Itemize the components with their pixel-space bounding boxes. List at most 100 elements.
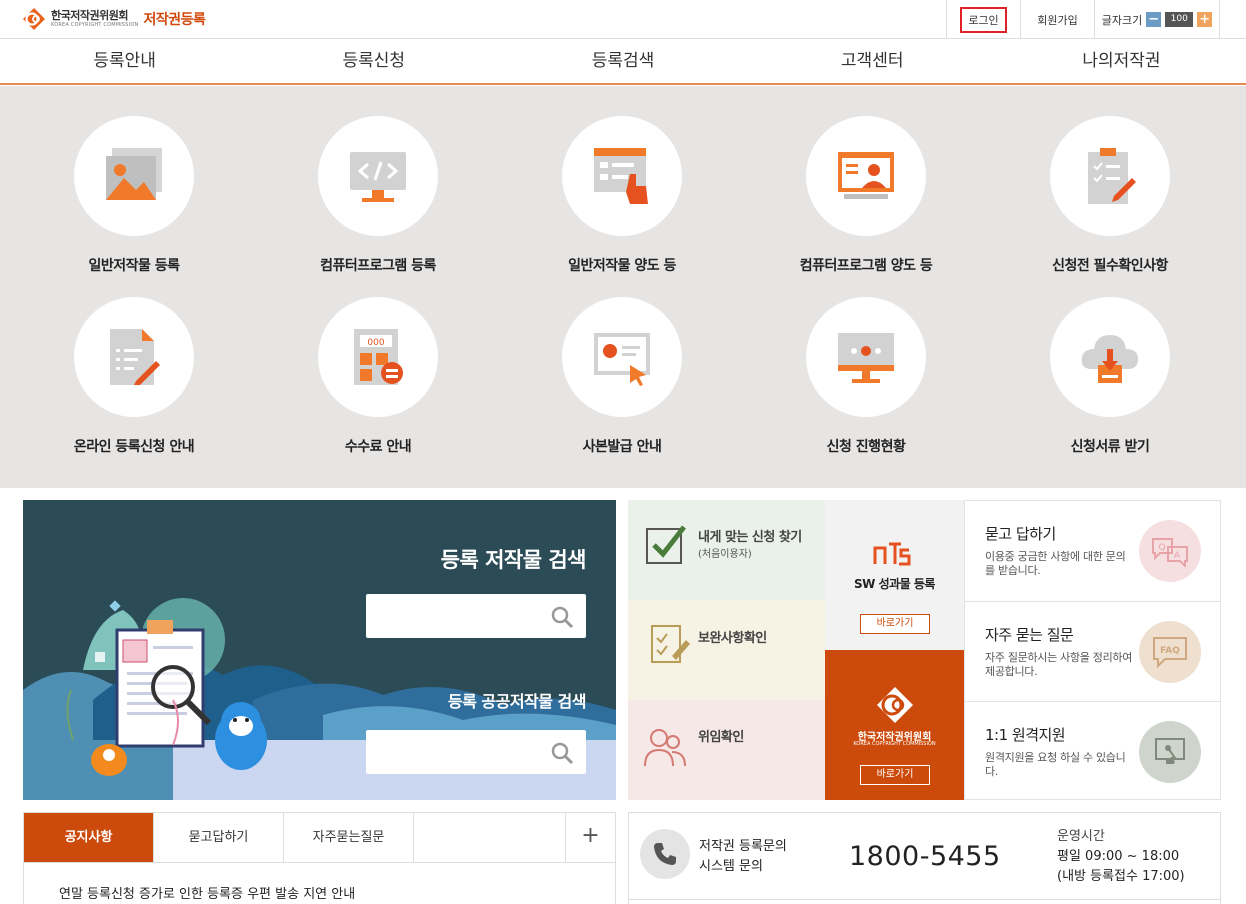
- quick-menu: 일반저작물 등록 컴퓨터프로그램 등록 일반저작물 양도 등 컴퓨터프로그램 양…: [0, 86, 1246, 488]
- notice-item[interactable]: 연말 등록신청 증가로 인한 등록증 우편 발송 지연 안내: [59, 883, 355, 902]
- quick-item-general-registration[interactable]: 일반저작물 등록: [34, 116, 234, 275]
- contact-box: 저작권 등록문의 시스템 문의 1800-5455 운영시간 평일 09:00 …: [628, 812, 1221, 904]
- qna-title: 묻고 답하기: [985, 525, 1056, 543]
- svg-text:000: 000: [367, 338, 384, 348]
- remote-support-icon: [1139, 721, 1201, 783]
- cloud-download-icon: [1081, 335, 1138, 383]
- svg-text:A: A: [1174, 551, 1181, 561]
- top-bar: 한국저작권위원회 KOREA COPYRIGHT COMMISSION 저작권등…: [0, 0, 1246, 39]
- font-size-control: 글자크기 − 100 +: [1094, 0, 1220, 39]
- nav-item-guide[interactable]: 등록안내: [0, 39, 249, 83]
- nav-item-search[interactable]: 등록검색: [498, 39, 747, 83]
- site-logo[interactable]: 한국저작권위원회 KOREA COPYRIGHT COMMISSION 저작권등…: [22, 7, 206, 31]
- nav-item-apply[interactable]: 등록신청: [249, 39, 498, 83]
- supplement-title: 보완사항확인: [698, 631, 767, 646]
- contact-label: 저작권 등록문의 시스템 문의: [699, 839, 787, 874]
- public-search-input[interactable]: [366, 730, 586, 774]
- quick-item-fee-guide[interactable]: 000 수수료 안내: [278, 297, 478, 456]
- progress-monitor-icon: [838, 333, 894, 383]
- quick-item-program-registration[interactable]: 컴퓨터프로그램 등록: [278, 116, 478, 275]
- supplement-check-link[interactable]: 보완사항확인: [628, 600, 825, 700]
- search-title: 등록 저작물 검색: [440, 548, 587, 572]
- logo-org-name: 한국저작권위원회: [51, 9, 128, 22]
- calculator-icon: 000: [354, 329, 403, 385]
- search-icon[interactable]: [550, 741, 574, 765]
- support-list: 묻고 답하기 이용중 궁금한 사항에 대한 문의를 받습니다. Q A 자주 묻…: [964, 500, 1221, 800]
- remote-desc: 원격지원을 요청 하실 수 있습니다.: [985, 751, 1126, 778]
- quick-item-progress[interactable]: 신청 진행현황: [766, 297, 966, 456]
- faq-icon: FAQ: [1139, 621, 1201, 683]
- nav-item-support[interactable]: 고객센터: [748, 39, 997, 83]
- logo-org-eng: KOREA COPYRIGHT COMMISSION: [51, 22, 139, 28]
- sw-registration-box: SW 성과물 등록 바로가기: [825, 500, 964, 650]
- delegation-check-link[interactable]: 위임확인: [628, 700, 825, 800]
- shortcut-grid: 내게 맞는 신청 찾기 (처음이용자) 보완사항확인 위임확인 SW 성과물 등…: [628, 500, 964, 800]
- certificate-icon: [594, 333, 650, 386]
- quick-item-label: 온라인 등록신청 안내: [73, 439, 195, 455]
- quick-item-label: 컴퓨터프로그램 양도 등: [799, 258, 933, 274]
- svg-text:FAQ: FAQ: [1160, 646, 1180, 656]
- search-input[interactable]: [366, 594, 586, 638]
- qna-item[interactable]: 묻고 답하기 이용중 궁금한 사항에 대한 문의를 받습니다. Q A: [965, 501, 1220, 601]
- login-link[interactable]: 로그인: [946, 0, 1020, 39]
- join-link[interactable]: 회원가입: [1020, 0, 1094, 39]
- notice-tabs: 공지사항 묻고답하기 자주묻는질문 +: [24, 813, 615, 863]
- quick-item-online-guide[interactable]: 온라인 등록신청 안내: [34, 297, 234, 456]
- quick-item-label: 사본발급 안내: [582, 439, 662, 455]
- copyright-search-panel: 등록 저작물 검색 등록 공공저작물 검색: [23, 500, 616, 800]
- sw-title: SW 성과물 등록: [854, 577, 935, 591]
- svg-text:Q: Q: [1158, 543, 1165, 553]
- qna-desc: 이용중 궁금한 사항에 대한 문의를 받습니다.: [985, 550, 1126, 577]
- clipboard-pen-icon: [651, 625, 690, 663]
- kcc-site-box: 한국저작권위원회 KOREA COPYRIGHT COMMISSION 바로가기: [825, 650, 964, 800]
- remote-title: 1:1 원격지원: [985, 726, 1066, 744]
- quick-item-label: 수수료 안내: [344, 439, 412, 455]
- find-sub: (처음이용자): [698, 549, 752, 560]
- more-button[interactable]: +: [565, 813, 615, 862]
- phone-icon: [640, 829, 690, 879]
- quick-item-copy-issue[interactable]: 사본발급 안내: [522, 297, 722, 456]
- user-monitor-icon: [838, 152, 894, 199]
- checkbox-icon: [646, 525, 686, 564]
- users-icon: [644, 729, 686, 767]
- quick-item-label: 일반저작물 양도 등: [568, 258, 676, 274]
- quick-item-program-transfer[interactable]: 컴퓨터프로그램 양도 등: [766, 116, 966, 275]
- main-nav: 등록안내 등록신청 등록검색 고객센터 나의저작권: [0, 39, 1246, 85]
- quick-item-download-forms[interactable]: 신청서류 받기: [1010, 297, 1210, 456]
- tab-faq[interactable]: 자주묻는질문: [284, 813, 414, 862]
- kcc-logo-icon: [22, 7, 46, 31]
- tab-qna[interactable]: 묻고답하기: [154, 813, 284, 862]
- find-my-application-link[interactable]: 내게 맞는 신청 찾기 (처음이용자): [628, 500, 825, 600]
- faq-title: 자주 묻는 질문: [985, 626, 1074, 644]
- qna-icon: Q A: [1139, 520, 1201, 582]
- font-increase-button[interactable]: +: [1197, 12, 1213, 27]
- quick-item-label: 컴퓨터프로그램 등록: [320, 258, 436, 274]
- delegation-title: 위임확인: [698, 730, 744, 745]
- quick-item-label: 일반저작물 등록: [88, 258, 180, 274]
- remote-support-item[interactable]: 1:1 원격지원 원격지원을 요청 하실 수 있습니다.: [965, 701, 1220, 801]
- nav-item-my-copyright[interactable]: 나의저작권: [997, 39, 1246, 83]
- search-icon[interactable]: [550, 605, 574, 629]
- quick-item-label: 신청서류 받기: [1070, 439, 1150, 455]
- page: 한국저작권위원회 KOREA COPYRIGHT COMMISSION 저작권등…: [0, 0, 1246, 904]
- quick-item-pre-check[interactable]: 신청전 필수확인사항: [1010, 116, 1210, 275]
- document-pen-icon: [110, 329, 160, 385]
- operating-hours: 운영시간 평일 09:00 ~ 18:00 (내방 등록접수 17:00): [1057, 829, 1185, 884]
- quick-item-general-transfer[interactable]: 일반저작물 양도 등: [522, 116, 722, 275]
- faq-item[interactable]: 자주 묻는 질문 자주 질문하시는 사항을 정리하여 제공합니다. FAQ: [965, 601, 1220, 701]
- find-title: 내게 맞는 신청 찾기: [698, 530, 802, 545]
- sw-go-button[interactable]: 바로가기: [860, 614, 930, 634]
- font-decrease-button[interactable]: −: [1146, 12, 1162, 27]
- faq-desc: 자주 질문하시는 사항을 정리하여 제공합니다.: [985, 651, 1133, 678]
- tab-notice[interactable]: 공지사항: [24, 813, 154, 862]
- utility-menu: 로그인 회원가입 글자크기 − 100 +: [946, 0, 1220, 39]
- contact-phone-number: 1800-5455: [849, 841, 1001, 872]
- kcc-go-button[interactable]: 바로가기: [860, 765, 930, 785]
- quick-item-label: 신청전 필수확인사항: [1052, 258, 1168, 274]
- quick-item-label: 신청 진행현황: [826, 439, 906, 455]
- code-monitor-icon: [350, 152, 406, 202]
- notice-board: 공지사항 묻고답하기 자주묻는질문 + 연말 등록신청 증가로 인한 등록증 우…: [23, 812, 616, 904]
- public-search-title: 등록 공공저작물 검색: [447, 692, 587, 711]
- contact-divider: [629, 899, 1220, 900]
- image-gallery-icon: [106, 148, 162, 200]
